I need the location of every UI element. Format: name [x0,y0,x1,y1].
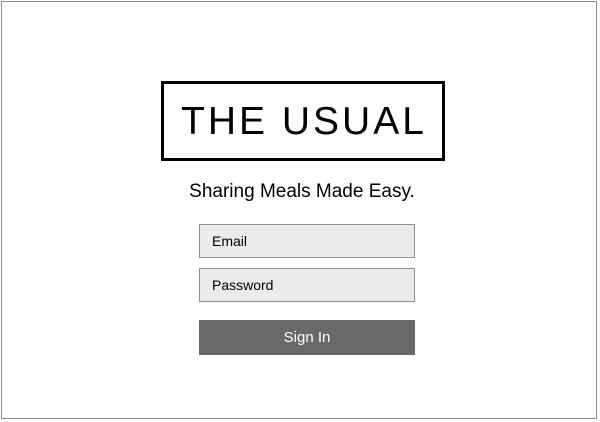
app-window: THE USUAL Sharing Meals Made Easy. Email… [1,1,597,419]
password-field[interactable]: Password [199,268,415,302]
logo: THE USUAL [161,81,445,161]
email-field[interactable]: Email [199,224,415,258]
sign-in-button-label: Sign In [283,329,331,346]
sign-in-button[interactable]: Sign In [199,320,415,355]
logo-text: THE USUAL [181,99,427,143]
email-placeholder: Email [212,233,248,249]
password-placeholder: Password [212,277,274,293]
tagline: Sharing Meals Made Easy. [189,181,415,202]
